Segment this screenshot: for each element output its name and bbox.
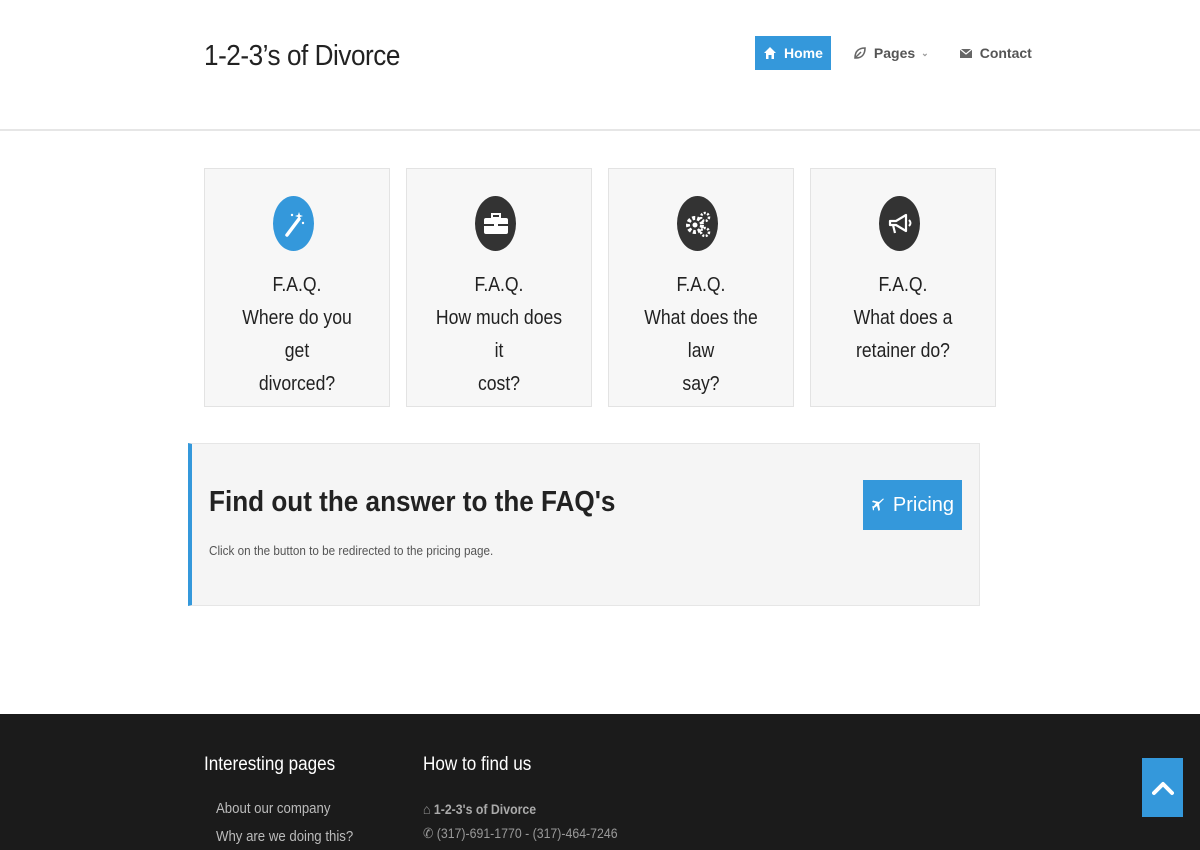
- leaf-icon: [854, 47, 866, 59]
- nav-pages-label: Pages: [873, 45, 916, 61]
- nav-contact-label: Contact: [979, 45, 1032, 61]
- pricing-button-label: Pricing: [892, 493, 955, 516]
- main-nav: Home Pages ⌄ Contact: [755, 36, 1054, 70]
- back-to-top-button[interactable]: [1142, 758, 1183, 817]
- megaphone-icon: [879, 196, 920, 251]
- feature-box-law[interactable]: F.A.Q. What does the law say?: [608, 168, 794, 407]
- chevron-down-icon: ⌄: [921, 47, 929, 58]
- briefcase-icon: [475, 196, 516, 251]
- faq-callout: Find out the answer to the FAQ's Click o…: [188, 443, 980, 606]
- feature-title: F.A.Q. How much does it cost?: [435, 274, 563, 395]
- footer-find-title: How to find us: [423, 754, 532, 775]
- footer-link-about[interactable]: About our company: [216, 800, 330, 817]
- chevron-up-icon: [1151, 781, 1174, 795]
- nav-pages[interactable]: Pages ⌄: [845, 36, 937, 70]
- home-icon: ⌂: [423, 801, 431, 817]
- footer-pages-title: Interesting pages: [204, 754, 336, 775]
- nav-home-label: Home: [784, 45, 823, 61]
- feature-title: F.A.Q. What does the law say?: [644, 274, 758, 395]
- feature-box-where[interactable]: F.A.Q. Where do you get divorced?: [204, 168, 390, 407]
- magic-wand-icon: [273, 196, 314, 251]
- site-header: 1-2-3’s of Divorce Home Pages ⌄ Contact: [0, 0, 1200, 131]
- nav-home[interactable]: Home: [755, 36, 831, 70]
- feature-box-retainer[interactable]: F.A.Q. What does a retainer do?: [810, 168, 996, 407]
- site-footer: Interesting pages About our company Why …: [0, 714, 1200, 850]
- pricing-button[interactable]: Pricing: [863, 480, 962, 530]
- feature-box-cost[interactable]: F.A.Q. How much does it cost?: [406, 168, 592, 407]
- gears-icon: [677, 196, 718, 251]
- home-icon: [764, 47, 776, 59]
- footer-link-why[interactable]: Why are we doing this?: [216, 828, 353, 845]
- site-brand[interactable]: 1-2-3’s of Divorce: [204, 40, 400, 73]
- phone-icon: ✆: [423, 825, 434, 841]
- nav-contact[interactable]: Contact: [951, 36, 1040, 70]
- callout-title: Find out the answer to the FAQ's: [209, 486, 616, 518]
- callout-text: Click on the button to be redirected to …: [209, 543, 494, 558]
- envelope-icon: [959, 48, 973, 58]
- plane-icon: [871, 498, 884, 511]
- feature-title: F.A.Q. What does a retainer do?: [853, 274, 953, 362]
- feature-title: F.A.Q. Where do you get divorced?: [242, 274, 352, 395]
- footer-company: ⌂ 1-2-3's of Divorce: [423, 801, 537, 817]
- footer-phone: ✆ (317)-691-1770 - (317)-464-7246: [423, 825, 618, 841]
